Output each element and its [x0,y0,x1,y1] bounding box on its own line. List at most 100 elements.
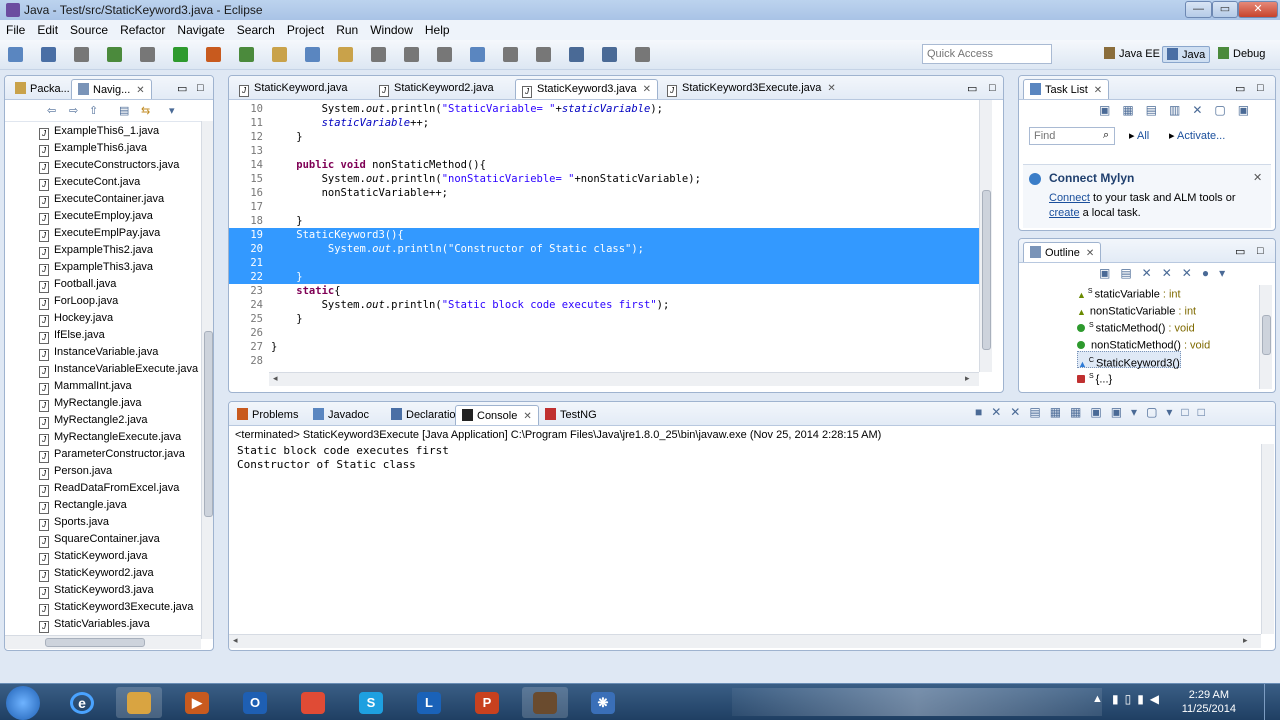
file-tree-item[interactable]: J ReadDataFromExcel.java [5,480,201,497]
explorer-app[interactable] [116,687,162,718]
block-icon[interactable] [437,47,452,62]
file-tree-item[interactable]: J Sports.java [5,514,201,531]
scroll-left-icon[interactable]: ◂ [233,635,238,646]
open-type-icon[interactable] [305,47,320,62]
connect-link[interactable]: Connect [1049,192,1090,204]
file-tree-item[interactable]: J StaticKeyword3.java [5,582,201,599]
tab-navigator[interactable]: Navig... ✕ [71,79,152,99]
package-explorer-horizontal-scrollbar[interactable] [5,635,201,649]
scrollbar-thumb[interactable] [45,638,145,647]
new-package-icon[interactable] [272,47,287,62]
menu-help[interactable]: Help [419,20,456,40]
show-hidden-icons[interactable]: ▲ [1092,693,1103,705]
file-tree-item[interactable]: J ExpampleThis2.java [5,242,201,259]
file-tree-item[interactable]: J InstanceVariable.java [5,344,201,361]
file-tree-item[interactable]: J ExecuteEmplPay.java [5,225,201,242]
print-icon[interactable] [74,47,89,62]
file-tree-item[interactable]: J IfElse.java [5,327,201,344]
file-tree-item[interactable]: J ExpampleThis3.java [5,259,201,276]
file-tree-item[interactable]: J ExecuteConstructors.java [5,157,201,174]
eclipse-app[interactable] [522,687,568,718]
file-tree-item[interactable]: J MammalInt.java [5,378,201,395]
create-link[interactable]: create [1049,207,1080,219]
forward-arrow-icon[interactable]: ⇨ [69,104,78,117]
editor-tab[interactable]: J StaticKeyword2.java [373,79,500,99]
close-icon[interactable]: ✕ [136,85,144,96]
minimize-view-button[interactable]: ▭ [1229,79,1251,99]
close-icon[interactable]: ✕ [523,411,531,422]
activate-link[interactable]: ▸ Activate... [1169,129,1225,142]
scrollbar-thumb[interactable] [1262,315,1271,355]
file-tree-item[interactable]: J MyRectangle2.java [5,412,201,429]
view-menu-icon[interactable]: ▾ [169,104,175,117]
close-button[interactable]: ✕ [1238,1,1278,18]
file-tree-item[interactable]: J StaticKeyword2.java [5,565,201,582]
file-tree-item[interactable]: J ExecuteEmploy.java [5,208,201,225]
file-tree-item[interactable]: J MyRectangle.java [5,395,201,412]
file-tree-item[interactable]: J ForLoop.java [5,293,201,310]
internet-explorer-app[interactable]: e [62,688,102,718]
maximize-view-button[interactable]: □ [1251,79,1270,99]
editor-tab[interactable]: J StaticKeyword3.java ✕ [515,79,659,99]
scroll-right-icon[interactable]: ▸ [965,373,970,384]
outline-item[interactable]: SstaticMethod() : void [1077,317,1195,335]
pin-icon[interactable] [635,47,650,62]
run-icon[interactable] [173,47,188,62]
file-tree-item[interactable]: J ExecuteContainer.java [5,191,201,208]
file-tree-item[interactable]: J Rectangle.java [5,497,201,514]
file-tree-item[interactable]: J Football.java [5,276,201,293]
close-icon[interactable]: ✕ [827,83,835,94]
outline-item[interactable]: ▲ nonStaticVariable : int [1077,300,1196,318]
maximize-view-button[interactable]: □ [1251,242,1270,262]
forward-icon[interactable] [602,47,617,62]
next-annotation-icon[interactable] [503,47,518,62]
outline-item[interactable]: ▲ C StaticKeyword3() [1077,351,1181,370]
close-icon[interactable]: ✕ [1086,248,1094,259]
save-icon[interactable] [41,47,56,62]
outline-item[interactable]: S {...} [1077,368,1112,386]
perspective-debug[interactable]: Debug [1214,46,1269,61]
search-icon[interactable] [338,47,353,62]
outlook-app[interactable]: O [232,687,278,718]
mark-icon[interactable] [371,47,386,62]
close-icon[interactable]: ✕ [1253,171,1262,184]
package-explorer-vertical-scrollbar[interactable] [201,121,213,639]
close-icon[interactable]: ✕ [1094,85,1102,96]
new-icon[interactable] [8,47,23,62]
quick-access-input[interactable] [922,44,1052,64]
tab-package-explorer[interactable]: Packa... [9,79,76,99]
code-area[interactable]: 10 System.out.println("StaticVariable= "… [229,100,989,372]
tab-testng[interactable]: TestNG [539,405,603,425]
tab-outline[interactable]: Outline ✕ [1023,242,1102,262]
outline-item[interactable]: ▲ SstaticVariable : int [1077,283,1181,301]
console-output[interactable]: Static block code executes first Construc… [237,444,449,472]
menu-refactor[interactable]: Refactor [114,20,171,40]
maximize-button[interactable]: ▭ [1212,1,1238,18]
menu-window[interactable]: Window [364,20,419,40]
scrollbar-thumb[interactable] [204,331,213,517]
minimize-button[interactable]: — [1185,1,1212,18]
system-tray-icons[interactable]: ▮▯▮◀ [1112,692,1165,706]
scroll-left-icon[interactable]: ◂ [273,373,278,384]
powerpoint-app[interactable]: P [464,687,510,718]
menu-file[interactable]: File [0,20,31,40]
system-clock[interactable]: 2:29 AM 11/25/2014 [1182,688,1236,716]
tab-problems[interactable]: Problems [231,405,304,425]
minimize-view-button[interactable]: ▭ [961,79,983,99]
file-tree-item[interactable]: J SquareContainer.java [5,531,201,548]
tab-javadoc[interactable]: Javadoc [307,405,375,425]
lync-app[interactable]: L [406,687,452,718]
file-tree-item[interactable]: J ExampleThis6.java [5,140,201,157]
maximize-view-button[interactable]: □ [983,79,1002,99]
menu-source[interactable]: Source [64,20,114,40]
close-icon[interactable]: ✕ [643,84,651,95]
outline-item[interactable]: nonStaticMethod() : void [1077,334,1210,352]
back-arrow-icon[interactable]: ⇦ [47,104,56,117]
console-vertical-scrollbar[interactable] [1261,444,1274,634]
settings-icon[interactable] [140,47,155,62]
prev-annotation-icon[interactable] [536,47,551,62]
link-with-editor-icon[interactable]: ⇆ [141,104,150,117]
file-tree-item[interactable]: J ExampleThis6_1.java [5,123,201,140]
minimize-view-button[interactable]: ▭ [1229,242,1251,262]
show-desktop-button[interactable] [1264,684,1280,720]
